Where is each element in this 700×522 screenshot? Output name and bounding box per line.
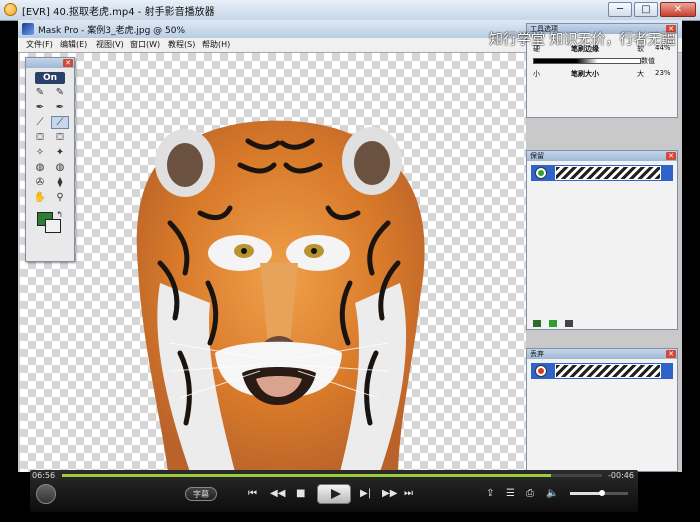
player-logo-icon xyxy=(4,3,17,16)
drop-color-row[interactable] xyxy=(531,363,673,379)
step-forward-icon[interactable]: ▶| xyxy=(360,487,371,501)
drop-panel-caption: 丢弃 ✕ xyxy=(527,349,677,359)
keep-add-icon[interactable] xyxy=(549,320,557,327)
maskpro-logo: On xyxy=(35,72,65,84)
watermark-text: 知行学堂 知识无价，行者无疆 xyxy=(489,32,676,48)
fast-forward-icon[interactable]: ▶▶ xyxy=(382,487,397,501)
user-icon[interactable] xyxy=(36,484,56,504)
size-value: 23% xyxy=(655,69,671,77)
next-chapter-icon[interactable]: ⏭ xyxy=(404,487,413,501)
big-label: 大 xyxy=(637,70,644,78)
value-label: 数值 xyxy=(641,57,655,65)
menu-file[interactable]: 文件(F) xyxy=(26,39,53,50)
menu-help[interactable]: 帮助(H) xyxy=(202,39,230,50)
keep-pen-icon[interactable]: ✒ xyxy=(31,101,49,114)
tool-palette: ✕ On ✎ ✎ ✒ ✒ ⟋ ⟋ ⛋ ⛋ ✧ ✦ ◍ ◍ ✇ ⧫ ✋ ⚲ ↰ xyxy=(25,57,75,262)
volume-icon[interactable]: 🔈 xyxy=(546,487,558,501)
highlighter-icon[interactable]: ⟋ xyxy=(31,116,49,129)
bucket-icon[interactable]: ◍ xyxy=(31,161,49,174)
subtitle-button[interactable]: 字幕 xyxy=(185,487,217,501)
keep-color-strip[interactable] xyxy=(555,166,661,180)
current-time: 06:56 xyxy=(32,471,56,480)
drop-visibility-icon[interactable] xyxy=(535,365,547,377)
keep-panel-caption: 保留 ✕ xyxy=(527,151,677,161)
keep-delete-icon[interactable] xyxy=(565,320,573,327)
keep-panel-title: 保留 xyxy=(530,152,544,160)
magic-pen-icon[interactable]: ✧ xyxy=(31,146,49,159)
drop-panel: 丢弃 ✕ xyxy=(526,348,678,472)
seek-bar[interactable] xyxy=(62,474,602,477)
rewind-icon[interactable]: ◀◀ xyxy=(270,487,285,501)
magic-wand-icon[interactable]: ✦ xyxy=(51,146,69,159)
playlist-icon[interactable]: ☰ xyxy=(506,487,515,501)
keep-panel: 保留 ✕ xyxy=(526,150,678,330)
drop-dropper-icon[interactable]: ✎ xyxy=(51,86,69,99)
menu-window[interactable]: 窗口(W) xyxy=(130,39,160,50)
prev-chapter-icon[interactable]: ⏮ xyxy=(248,487,257,501)
seek-bar-fill xyxy=(62,474,551,477)
background-color[interactable] xyxy=(45,219,61,233)
drop-pen-icon[interactable]: ✒ xyxy=(51,101,69,114)
maskpro-app-icon xyxy=(22,23,34,35)
blur-icon[interactable]: ⧫ xyxy=(51,176,69,189)
chisel-icon[interactable]: ✇ xyxy=(31,176,49,189)
small-label: 小 xyxy=(533,70,540,78)
remaining-time: -00:46 xyxy=(608,471,634,480)
image-canvas[interactable] xyxy=(20,53,526,472)
zoom-icon[interactable]: ⚲ xyxy=(51,191,69,204)
drop-panel-close-icon[interactable]: ✕ xyxy=(666,350,676,358)
tiger-image xyxy=(136,120,425,472)
keep-fill-icon[interactable]: ⛋ xyxy=(31,131,49,144)
video-frame[interactable]: Mask Pro - 案例3_老虎.jpg @ 50% 文件(F) 编辑(E) … xyxy=(18,20,682,472)
player-controls: 06:56 -00:46 字幕 ⏮ ◀◀ ■ ▶| ▶▶ ⏭ ⇪ ☰ ⎙ 🔈 xyxy=(30,470,638,512)
maximize-button[interactable]: □ xyxy=(634,2,658,17)
volume-knob[interactable] xyxy=(598,490,605,496)
volume-slider[interactable] xyxy=(570,490,628,496)
player-title-bar: [EVR] 40.抠取老虎.mp4 - 射手影音播放器 ─ □ ✕ xyxy=(0,0,700,21)
maskpro-window-title: Mask Pro - 案例3_老虎.jpg @ 50% xyxy=(38,26,186,36)
volume-fill xyxy=(570,492,602,495)
size-label: 笔刷大小 xyxy=(571,70,599,78)
play-button[interactable] xyxy=(317,484,351,504)
screenshot-icon[interactable]: ⎙ xyxy=(526,487,534,501)
edge-slider[interactable] xyxy=(533,58,641,64)
color-swatches[interactable]: ↰ xyxy=(35,210,65,234)
open-file-icon[interactable]: ⇪ xyxy=(486,487,494,501)
keep-visibility-icon[interactable] xyxy=(535,167,547,179)
stop-icon[interactable]: ■ xyxy=(296,487,305,501)
drop-bucket-icon[interactable]: ◍ xyxy=(51,161,69,174)
keep-color-row[interactable] xyxy=(531,165,673,181)
player-window-title: [EVR] 40.抠取老虎.mp4 - 射手影音播放器 xyxy=(22,7,215,18)
keep-panel-close-icon[interactable]: ✕ xyxy=(666,152,676,160)
drop-color-strip[interactable] xyxy=(555,364,661,378)
menu-tutorial[interactable]: 教程(S) xyxy=(168,39,195,50)
close-button[interactable]: ✕ xyxy=(660,2,696,17)
hand-icon[interactable]: ✋ xyxy=(31,191,49,204)
menu-view[interactable]: 视图(V) xyxy=(96,39,124,50)
tool-palette-caption: ✕ xyxy=(26,58,74,68)
minimize-button[interactable]: ─ xyxy=(608,2,632,17)
tool-palette-close-icon[interactable]: ✕ xyxy=(63,59,73,67)
drop-panel-title: 丢弃 xyxy=(530,350,544,358)
swap-colors-icon[interactable]: ↰ xyxy=(56,210,63,219)
keep-dropper-icon[interactable]: ✎ xyxy=(31,86,49,99)
menu-edit[interactable]: 编辑(E) xyxy=(60,39,87,50)
keep-new-icon[interactable] xyxy=(533,320,541,327)
drop-fill-icon[interactable]: ⛋ xyxy=(51,131,69,144)
magic-brush-icon[interactable]: ⟋ xyxy=(51,116,69,129)
